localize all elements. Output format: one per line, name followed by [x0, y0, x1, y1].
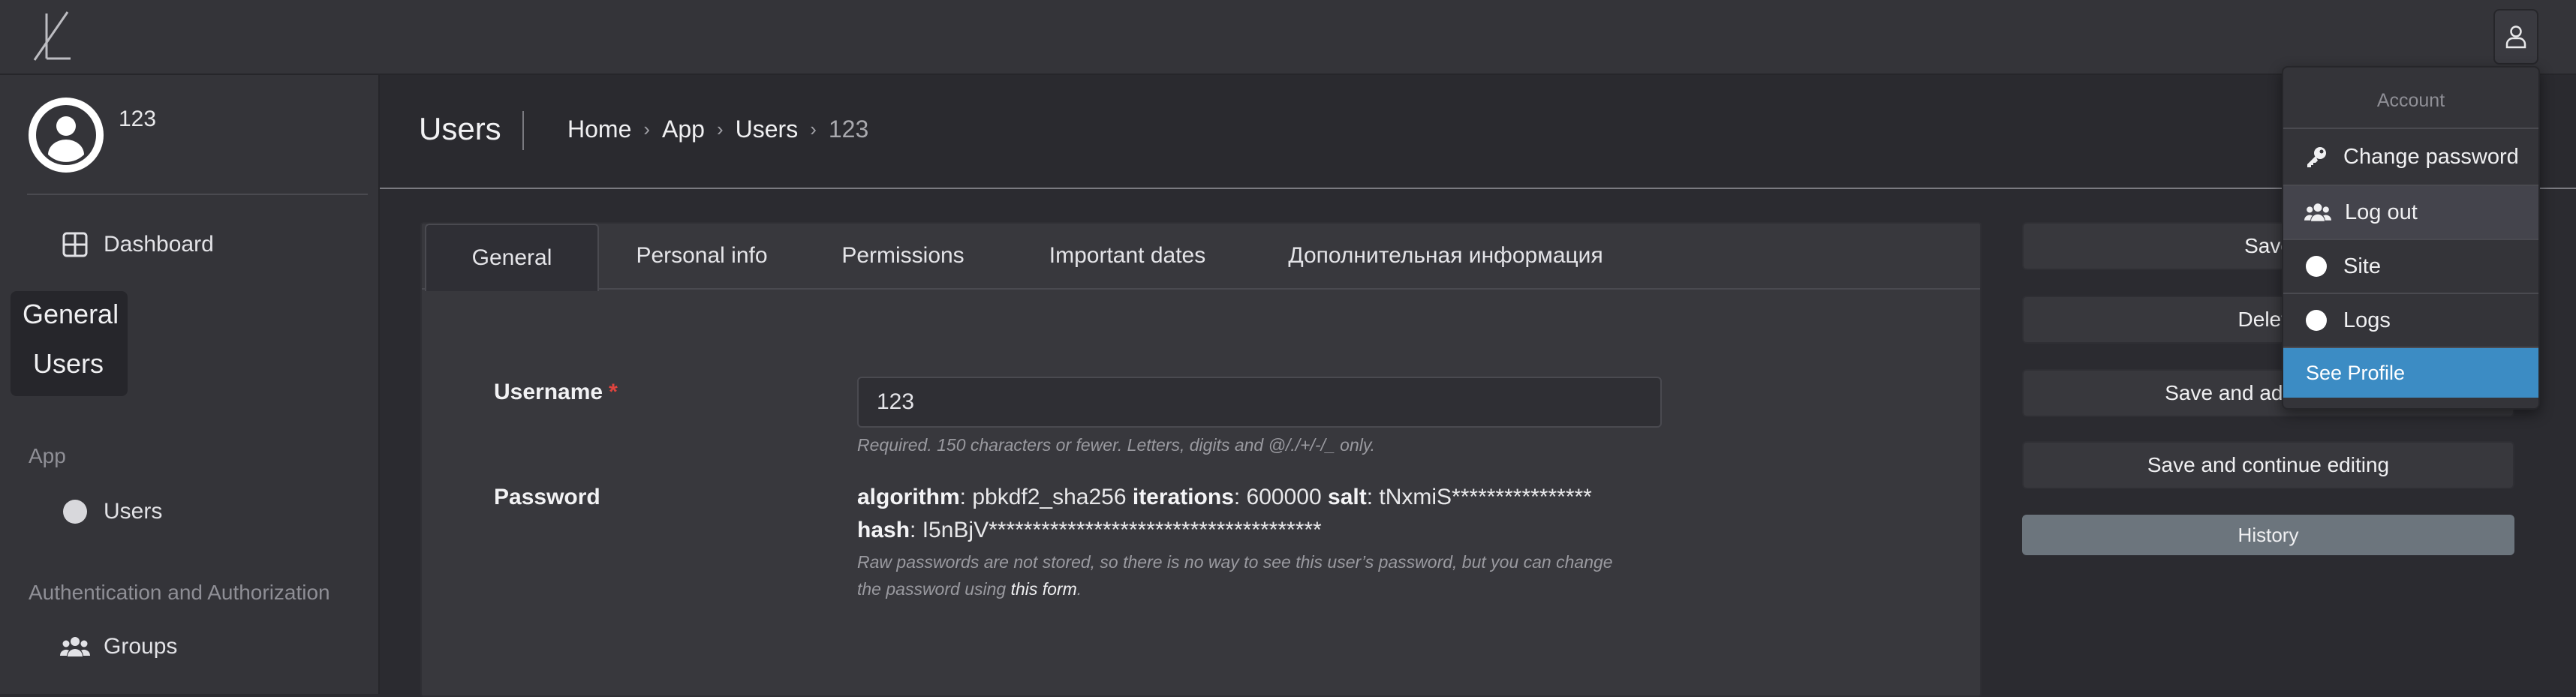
pw-iterations-key: iterations — [1132, 485, 1234, 509]
user-avatar-icon[interactable] — [27, 96, 105, 174]
tab-permissions[interactable]: Permissions — [809, 224, 997, 288]
see-profile-label: See Profile — [2306, 361, 2406, 384]
username-help-text: Required. 150 characters or fewer. Lette… — [857, 435, 1376, 455]
password-hash-line: hash: I5nBjV****************************… — [857, 518, 1322, 543]
sidebar-item-label: Dashboard — [104, 232, 214, 257]
sidebar-item-dashboard[interactable]: Dashboard — [60, 230, 214, 260]
username-input[interactable] — [857, 377, 1662, 428]
dropdown-log-out[interactable]: Log out — [2283, 186, 2538, 239]
users-group-icon — [2304, 199, 2331, 226]
dropdown-item-label: Site — [2343, 254, 2381, 278]
breadcrumb-separator: › — [716, 118, 724, 140]
dropdown-item-label: Change password — [2343, 144, 2519, 169]
sidebar-section-auth: Authentication and Authorization — [29, 581, 330, 604]
sidebar-username: 123 — [119, 107, 157, 131]
password-help-text: the password using — [857, 579, 1011, 599]
password-hash-summary: algorithm: pbkdf2_sha256 iterations: 600… — [857, 485, 1592, 510]
tab-additional-info[interactable]: Дополнительная информация — [1258, 224, 1633, 288]
page-title: Users — [419, 111, 501, 146]
dropdown-divider — [2283, 128, 2538, 129]
change-form-card: General Personal info Permissions Import… — [420, 222, 1982, 697]
sidebar-item-label: Groups — [104, 634, 178, 659]
user-outline-icon — [2505, 26, 2526, 49]
tab-general[interactable]: General — [425, 224, 599, 291]
title-separator — [522, 111, 524, 150]
sidebar-section-app: App — [29, 444, 66, 467]
sidebar-item-groups[interactable]: Groups — [60, 632, 177, 662]
breadcrumb-app[interactable]: App — [662, 116, 705, 143]
password-help-line-2: the password using this form. — [857, 579, 1082, 599]
sidebar-group-general[interactable]: General — [23, 299, 119, 330]
key-icon — [2303, 143, 2330, 170]
users-group-icon — [60, 632, 90, 662]
sidebar-item-label: Users — [104, 499, 163, 524]
save-and-continue-button[interactable]: Save and continue editing — [2022, 441, 2514, 489]
username-label: Username * — [494, 380, 618, 405]
change-password-form-link[interactable]: this form — [1011, 579, 1077, 599]
breadcrumb: Home › App › Users › 123 — [567, 116, 868, 143]
dashboard-grid-icon — [60, 230, 90, 260]
pw-salt-key: salt — [1328, 485, 1367, 509]
sidebar-divider — [27, 194, 368, 195]
sidebar-active-group[interactable]: General Users — [11, 291, 128, 396]
history-button[interactable]: History — [2022, 515, 2514, 555]
circle-icon — [2303, 253, 2330, 280]
sidebar-item-users[interactable]: Users — [60, 497, 162, 527]
tab-important-dates[interactable]: Important dates — [1007, 224, 1247, 288]
breadcrumb-current: 123 — [828, 116, 869, 143]
pw-algorithm-value: : pbkdf2_sha256 — [959, 485, 1133, 509]
tab-personal-info[interactable]: Personal info — [606, 224, 797, 288]
password-help-line-1: Raw passwords are not stored, so there i… — [857, 552, 1613, 572]
account-dropdown: Account Change password Log out Site Log… — [2282, 66, 2540, 410]
dropdown-item-label: Logs — [2343, 308, 2391, 332]
page-header: Users Home › App › Users › 123 — [380, 75, 2576, 189]
user-menu-button[interactable] — [2493, 9, 2538, 65]
dropdown-see-profile[interactable]: See Profile — [2283, 348, 2538, 398]
password-label: Password — [494, 485, 600, 509]
circle-icon — [60, 497, 90, 527]
pw-iterations-value: : 600000 — [1233, 485, 1329, 509]
breadcrumb-users[interactable]: Users — [736, 116, 799, 143]
dropdown-logs[interactable]: Logs — [2283, 294, 2538, 347]
dropdown-item-label: Log out — [2345, 200, 2418, 224]
required-mark: * — [609, 380, 618, 404]
breadcrumb-separator: › — [810, 118, 817, 140]
sidebar: 123 Dashboard General Users App Users Au… — [0, 75, 380, 694]
pw-algorithm-key: algorithm — [857, 485, 960, 509]
tab-bar: General Personal info Permissions Import… — [422, 224, 1980, 291]
sidebar-group-users[interactable]: Users — [33, 348, 104, 380]
pw-hash-value: : I5nBjV********************************… — [910, 518, 1322, 542]
top-navbar — [0, 0, 2576, 75]
password-help-end: . — [1076, 579, 1082, 599]
dropdown-site[interactable]: Site — [2283, 240, 2538, 293]
dropdown-header: Account — [2376, 90, 2445, 111]
breadcrumb-home[interactable]: Home — [567, 116, 631, 143]
pw-salt-value: : tNxmiS**************** — [1366, 485, 1592, 509]
brand-logo-icon[interactable] — [29, 6, 77, 66]
pw-hash-key: hash — [857, 518, 910, 542]
username-label-text: Username — [494, 380, 603, 404]
dropdown-change-password[interactable]: Change password — [2283, 131, 2538, 183]
circle-icon — [2303, 307, 2330, 334]
breadcrumb-separator: › — [643, 118, 651, 140]
